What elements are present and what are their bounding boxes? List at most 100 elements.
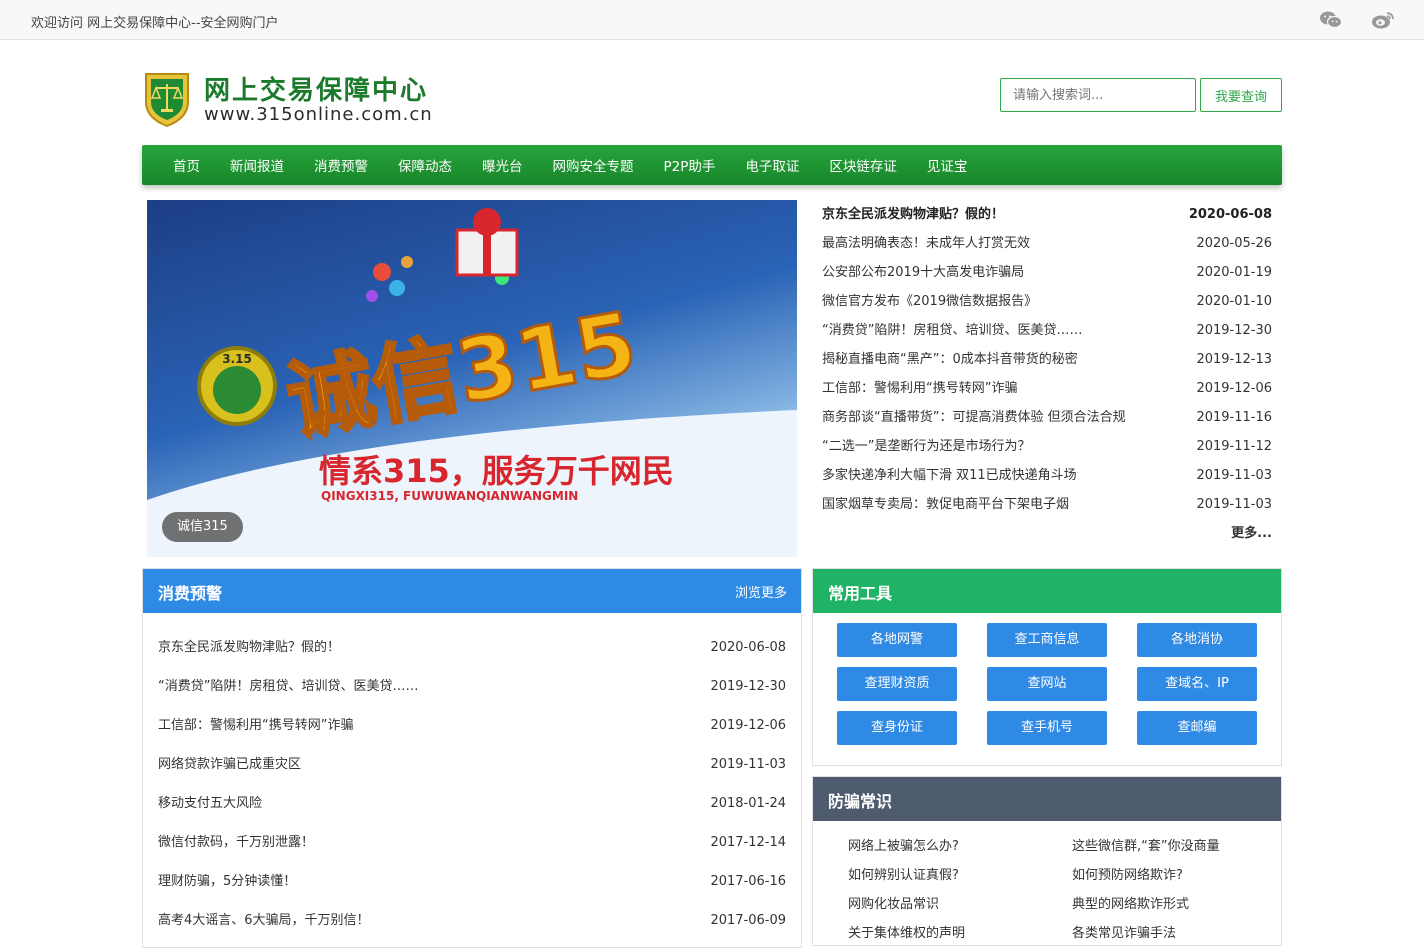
banner-carousel[interactable]: 3.15 诚信315 情系315，服务万千网民 QINGXI315, FUWUW… bbox=[147, 200, 797, 557]
panel-header: 常用工具 bbox=[813, 569, 1281, 613]
news-date: 2019-11-16 bbox=[1196, 410, 1272, 425]
news-title[interactable]: 微信官方发布《2019微信数据报告》 bbox=[822, 287, 1037, 316]
tool-button-cyber-police[interactable]: 各地网警 bbox=[837, 623, 957, 657]
alert-date: 2019-12-06 bbox=[710, 718, 786, 733]
list-item[interactable]: 理财防骗，5分钟读懂！ 2017-06-16 bbox=[158, 862, 786, 901]
scale-badge-icon bbox=[145, 73, 189, 128]
search-button[interactable]: 我要查询 bbox=[1200, 78, 1282, 112]
alert-date: 2019-12-30 bbox=[710, 679, 786, 694]
site-logo[interactable]: 网上交易保障中心 www.315online.com.cn bbox=[142, 68, 442, 130]
tool-button-consumer-assoc[interactable]: 各地消协 bbox=[1137, 623, 1257, 657]
panel-header: 消费预警 浏览更多 bbox=[143, 569, 801, 613]
list-item[interactable]: 微信付款码，千万别泄露！ 2017-12-14 bbox=[158, 823, 786, 862]
tip-link[interactable]: 如何预防网络欺诈? bbox=[1072, 864, 1183, 883]
list-item[interactable]: 最高法明确表态！未成年人打赏无效 2020-05-26 bbox=[822, 229, 1272, 258]
alert-date: 2017-06-16 bbox=[710, 874, 786, 889]
list-item[interactable]: 微信官方发布《2019微信数据报告》 2020-01-10 bbox=[822, 287, 1272, 316]
panel-title: 常用工具 bbox=[828, 584, 893, 603]
news-title[interactable]: “消费贷”陷阱！房租贷、培训贷、医美贷…… bbox=[822, 316, 1082, 345]
news-title[interactable]: 公安部公布2019十大高发电诈骗局 bbox=[822, 258, 1024, 287]
news-title[interactable]: 揭秘直播电商“黑产”：0成本抖音带货的秘密 bbox=[822, 345, 1078, 374]
nav-item-security-topic[interactable]: 网购安全专题 bbox=[538, 155, 649, 175]
panel-title: 防骗常识 bbox=[828, 792, 893, 811]
browse-more-link[interactable]: 浏览更多 bbox=[735, 582, 787, 601]
banner-caption: 诚信315 bbox=[162, 512, 243, 542]
banner-graphic: 3.15 诚信315 情系315，服务万千网民 QINGXI315, FUWUW… bbox=[147, 208, 797, 557]
alert-title[interactable]: 网络贷款诈骗已成重灾区 bbox=[158, 757, 301, 772]
news-title[interactable]: 商务部谈“直播带货”：可提高消费体验 但须合法合规 bbox=[822, 403, 1126, 432]
top-bar: 欢迎访问 网上交易保障中心--安全网购门户 bbox=[0, 0, 1424, 40]
news-date: 2019-11-03 bbox=[1196, 468, 1272, 483]
list-item[interactable]: 移动支付五大风险 2018-01-24 bbox=[158, 784, 786, 823]
list-item[interactable]: 京东全民派发购物津贴？假的！ 2020-06-08 bbox=[822, 200, 1272, 229]
tip-link[interactable]: 这些微信群,“套”你没商量 bbox=[1072, 835, 1220, 854]
nav-item-protection[interactable]: 保障动态 bbox=[383, 155, 467, 175]
alert-date: 2018-01-24 bbox=[710, 796, 786, 811]
news-date: 2020-06-08 bbox=[1188, 207, 1272, 222]
list-item[interactable]: “消费贷”陷阱！房租贷、培训贷、医美贷…… 2019-12-30 bbox=[822, 316, 1272, 345]
tip-link[interactable]: 各类常见诈骗手法 bbox=[1072, 922, 1176, 941]
list-item[interactable]: 京东全民派发购物津贴？假的！ 2020-06-08 bbox=[158, 628, 786, 667]
alert-title[interactable]: 微信付款码，千万别泄露！ bbox=[158, 835, 314, 850]
search-input[interactable] bbox=[1000, 78, 1196, 112]
nav-item-blockchain[interactable]: 区块链存证 bbox=[814, 155, 912, 175]
news-title[interactable]: “二选一”是垄断行为还是市场行为？ bbox=[822, 432, 1030, 461]
list-item[interactable]: 商务部谈“直播带货”：可提高消费体验 但须合法合规 2019-11-16 bbox=[822, 403, 1272, 432]
tool-button-postcode[interactable]: 查邮编 bbox=[1137, 711, 1257, 745]
list-item[interactable]: 多家快递净利大幅下滑 双11已成快递角斗场 2019-11-03 bbox=[822, 461, 1272, 490]
list-item[interactable]: 工信部：警惕利用“携号转网”诈骗 2019-12-06 bbox=[822, 374, 1272, 403]
anti-fraud-panel: 防骗常识 网络上被骗怎么办? 这些微信群,“套”你没商量 如何辨别认证真假? 如… bbox=[812, 776, 1282, 946]
list-item[interactable]: 公安部公布2019十大高发电诈骗局 2020-01-19 bbox=[822, 258, 1272, 287]
tip-link[interactable]: 如何辨别认证真假? bbox=[848, 864, 959, 883]
news-title[interactable]: 国家烟草专卖局：敦促电商平台下架电子烟 bbox=[822, 490, 1069, 519]
tool-button-domain-ip[interactable]: 查域名、IP bbox=[1137, 667, 1257, 701]
tip-link[interactable]: 网络上被骗怎么办? bbox=[848, 835, 959, 854]
consumer-alert-panel: 消费预警 浏览更多 京东全民派发购物津贴？假的！ 2020-06-08 “消费贷”… bbox=[142, 568, 802, 948]
news-more-link[interactable]: 更多... bbox=[1231, 522, 1272, 541]
wechat-icon[interactable] bbox=[1319, 9, 1343, 31]
nav-item-news[interactable]: 新闻报道 bbox=[215, 155, 299, 175]
alert-date: 2017-12-14 bbox=[710, 835, 786, 850]
tool-button-finance-license[interactable]: 查理财资质 bbox=[837, 667, 957, 701]
list-item[interactable]: 网络贷款诈骗已成重灾区 2019-11-03 bbox=[158, 745, 786, 784]
nav-item-consumer-alert[interactable]: 消费预警 bbox=[299, 155, 383, 175]
news-date: 2020-05-26 bbox=[1196, 236, 1272, 251]
news-title[interactable]: 多家快递净利大幅下滑 双11已成快递角斗场 bbox=[822, 461, 1077, 490]
nav-item-witness[interactable]: 见证宝 bbox=[912, 155, 983, 175]
alert-title[interactable]: “消费贷”陷阱！房租贷、培训贷、医美贷…… bbox=[158, 679, 418, 694]
list-item[interactable]: 工信部：警惕利用“携号转网”诈骗 2019-12-06 bbox=[158, 706, 786, 745]
alert-title[interactable]: 移动支付五大风险 bbox=[158, 796, 262, 811]
list-item[interactable]: “消费贷”陷阱！房租贷、培训贷、医美贷…… 2019-12-30 bbox=[158, 667, 786, 706]
nav-item-home[interactable]: 首页 bbox=[158, 155, 215, 175]
news-date: 2019-12-30 bbox=[1196, 323, 1272, 338]
tool-button-id-card[interactable]: 查身份证 bbox=[837, 711, 957, 745]
tool-button-business-info[interactable]: 查工商信息 bbox=[987, 623, 1107, 657]
tip-link[interactable]: 关于集体维权的声明 bbox=[848, 922, 965, 941]
banner-slogan: 情系315，服务万千网民 bbox=[319, 452, 674, 490]
tool-button-phone[interactable]: 查手机号 bbox=[987, 711, 1107, 745]
news-date: 2020-01-10 bbox=[1196, 294, 1272, 309]
news-title[interactable]: 最高法明确表态！未成年人打赏无效 bbox=[822, 229, 1030, 258]
common-tools-panel: 常用工具 各地网警 查工商信息 各地消协 查理财资质 查网站 查域名、IP 查身… bbox=[812, 568, 1282, 766]
list-item[interactable]: 国家烟草专卖局：敦促电商平台下架电子烟 2019-11-03 bbox=[822, 490, 1272, 519]
nav-item-evidence[interactable]: 电子取证 bbox=[730, 155, 814, 175]
list-item[interactable]: “二选一”是垄断行为还是市场行为？ 2019-11-12 bbox=[822, 432, 1272, 461]
nav-item-exposure[interactable]: 曝光台 bbox=[467, 155, 538, 175]
alert-title[interactable]: 高考4大谣言、6大骗局，千万别信！ bbox=[158, 913, 370, 928]
nav-item-p2p[interactable]: P2P助手 bbox=[649, 155, 731, 175]
tip-link[interactable]: 典型的网络欺诈形式 bbox=[1072, 893, 1189, 912]
list-item[interactable]: 揭秘直播电商“黑产”：0成本抖音带货的秘密 2019-12-13 bbox=[822, 345, 1272, 374]
main-nav: 首页 新闻报道 消费预警 保障动态 曝光台 网购安全专题 P2P助手 电子取证 … bbox=[142, 145, 1282, 185]
news-date: 2019-12-13 bbox=[1196, 352, 1272, 367]
list-item[interactable]: 高考4大谣言、6大骗局，千万别信！ 2017-06-09 bbox=[158, 901, 786, 940]
alert-date: 2020-06-08 bbox=[710, 640, 786, 655]
tip-link[interactable]: 网购化妆品常识 bbox=[848, 893, 939, 912]
alert-title[interactable]: 理财防骗，5分钟读懂！ bbox=[158, 874, 296, 889]
alert-title[interactable]: 工信部：警惕利用“携号转网”诈骗 bbox=[158, 718, 353, 733]
news-title[interactable]: 京东全民派发购物津贴？假的！ bbox=[822, 200, 1004, 229]
news-title[interactable]: 工信部：警惕利用“携号转网”诈骗 bbox=[822, 374, 1017, 403]
tool-button-website[interactable]: 查网站 bbox=[987, 667, 1107, 701]
site-name: 网上交易保障中心 bbox=[204, 76, 429, 106]
alert-title[interactable]: 京东全民派发购物津贴？假的！ bbox=[158, 640, 340, 655]
weibo-icon[interactable] bbox=[1371, 9, 1395, 31]
